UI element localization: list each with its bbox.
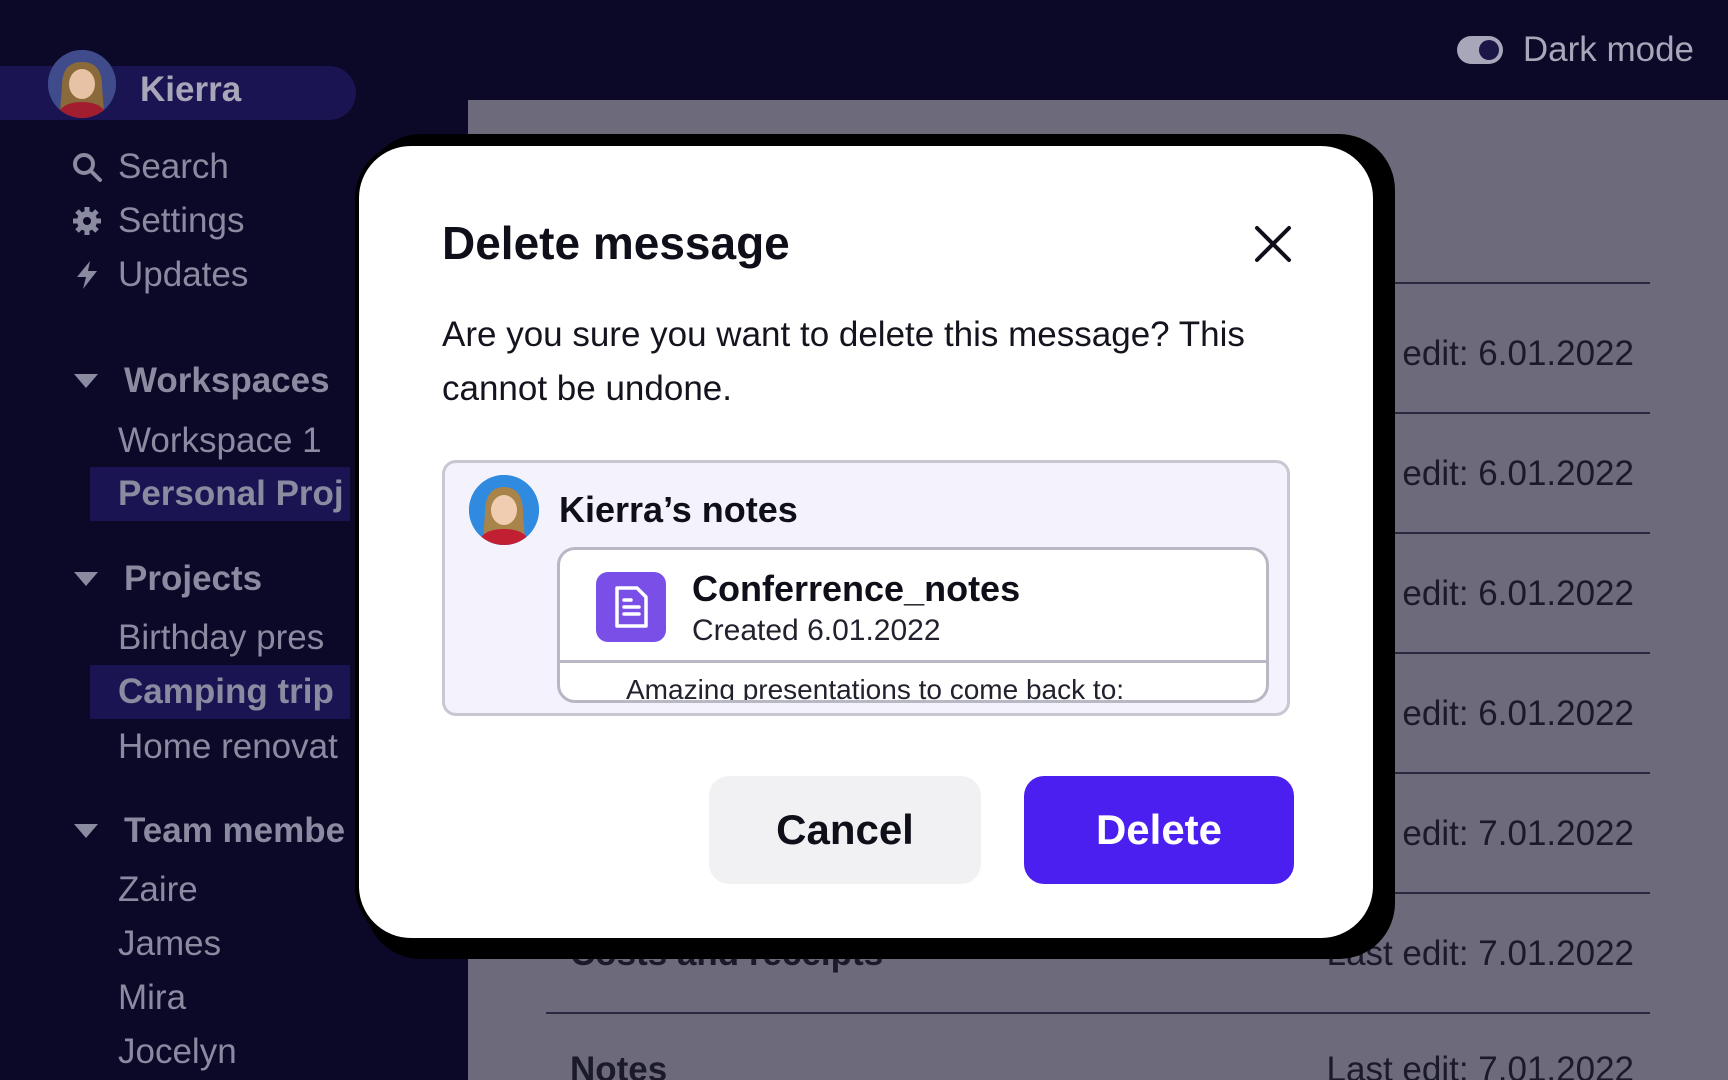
message-preview: Kierra’s notes Conferrence_notes Created… (442, 460, 1290, 716)
group-label: Team membe (124, 811, 346, 850)
file-divider (560, 660, 1266, 663)
lightning-icon (70, 258, 104, 292)
sidebar-item-workspace-1[interactable]: Workspace 1 (118, 421, 322, 461)
projects-group[interactable]: Projects (74, 559, 262, 599)
list-divider (546, 1012, 1650, 1014)
group-label: Workspaces (124, 361, 330, 400)
last-edit-text: edit: 6.01.2022 (1402, 574, 1634, 613)
sidebar-item-label: Settings (118, 201, 245, 240)
dark-mode-label: Dark mode (1522, 30, 1694, 69)
gear-icon (70, 204, 104, 238)
cancel-button[interactable]: Cancel (709, 776, 981, 884)
delete-message-dialog: Delete message Are you sure you want to … (355, 142, 1377, 942)
toggle-switch[interactable] (1456, 36, 1503, 64)
team-member-item[interactable]: Mira (118, 978, 186, 1018)
sidebar-item-label: Search (118, 147, 229, 186)
sidebar-item-birthday[interactable]: Birthday pres (118, 618, 324, 658)
sidebar-item-personal-projects[interactable]: Personal Proj (90, 467, 350, 521)
sidebar-item-label: Updates (118, 255, 249, 294)
team-members-group[interactable]: Team membe (74, 811, 345, 851)
workspaces-group[interactable]: Workspaces (74, 361, 330, 401)
sidebar-item-settings[interactable]: Settings (70, 201, 244, 241)
sidebar-item-camping-trip[interactable]: Camping trip (90, 665, 350, 719)
last-edit-text: Last edit: 7.01.2022 (1326, 1050, 1634, 1080)
file-created-date: Created 6.01.2022 (692, 614, 941, 647)
file-name: Conferrence_notes (692, 568, 1021, 609)
group-label: Projects (124, 559, 263, 598)
file-snippet: Amazing presentations to come back to: (626, 674, 1125, 703)
sidebar-item-home-renovation[interactable]: Home renovat (118, 727, 338, 767)
chevron-down-icon (74, 824, 98, 838)
team-member-item[interactable]: Zaire (118, 870, 198, 910)
toggle-knob (1478, 40, 1499, 60)
delete-button[interactable]: Delete (1024, 776, 1294, 884)
last-edit-text: edit: 6.01.2022 (1402, 454, 1634, 493)
team-member-item[interactable]: James (118, 924, 221, 964)
last-edit-text: edit: 6.01.2022 (1402, 694, 1634, 733)
avatar (469, 475, 539, 545)
file-card[interactable]: Conferrence_notes Created 6.01.2022 Amaz… (557, 547, 1269, 703)
dialog-title: Delete message (442, 217, 790, 269)
avatar[interactable] (48, 50, 116, 118)
chevron-down-icon (74, 374, 98, 388)
chevron-down-icon (74, 572, 98, 586)
user-name: Kierra (140, 70, 242, 109)
preview-author: Kierra’s notes (559, 489, 798, 530)
document-icon (596, 572, 666, 642)
list-item-title[interactable]: Notes (570, 1050, 667, 1080)
team-member-item[interactable]: Jocelyn (118, 1032, 237, 1072)
close-button[interactable] (1251, 222, 1295, 266)
close-icon[interactable] (1251, 222, 1295, 266)
sidebar-item-search[interactable]: Search (70, 147, 229, 187)
dialog-body: Are you sure you want to delete this mes… (442, 315, 1245, 408)
last-edit-text: edit: 6.01.2022 (1402, 334, 1634, 373)
last-edit-text: edit: 7.01.2022 (1402, 814, 1634, 853)
sidebar-item-updates[interactable]: Updates (70, 255, 248, 295)
dark-mode-toggle[interactable]: Dark mode (1456, 30, 1694, 70)
search-icon (70, 150, 104, 184)
